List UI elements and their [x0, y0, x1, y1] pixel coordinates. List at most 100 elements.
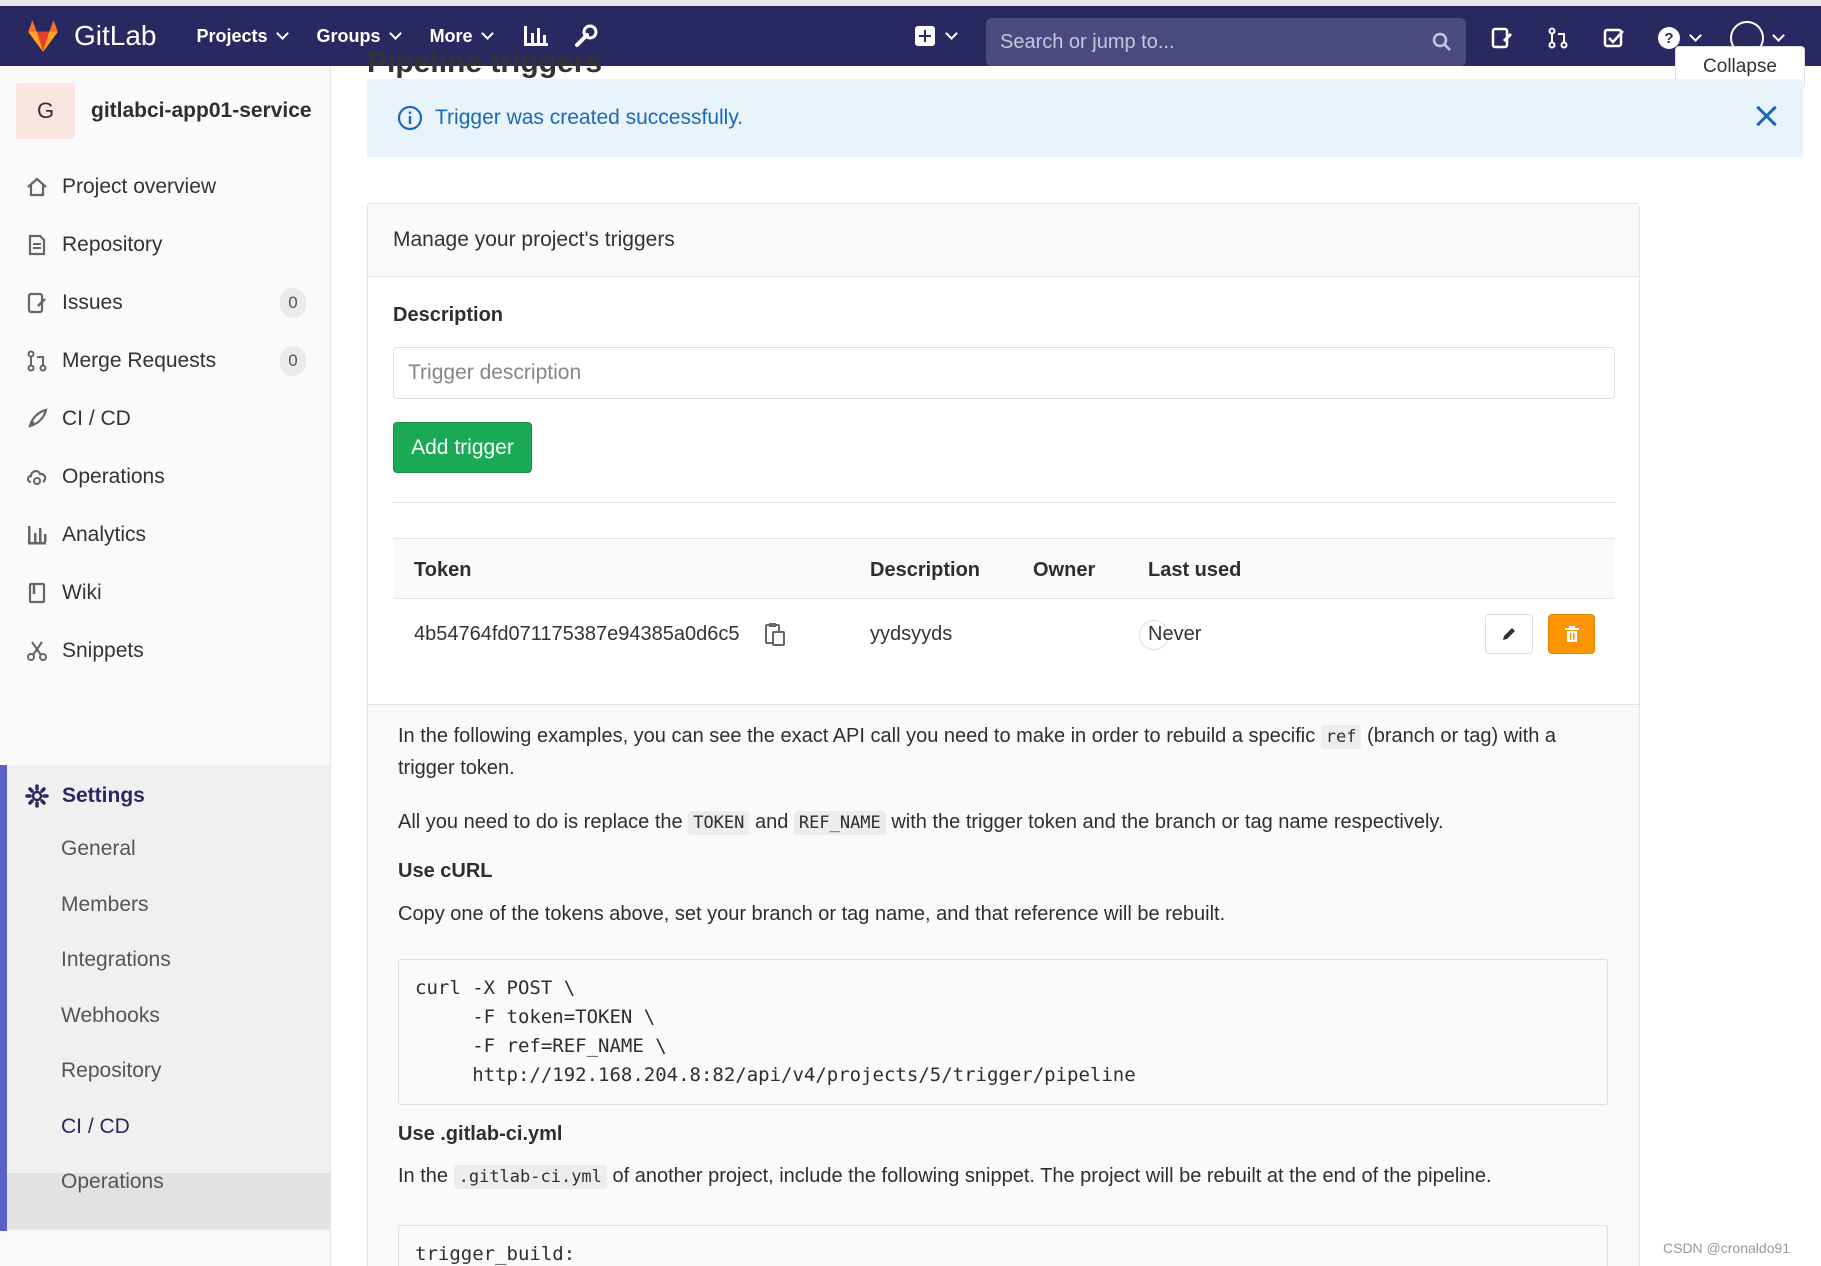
clipboard-icon[interactable]	[764, 621, 786, 647]
nav-projects-label: Projects	[196, 25, 268, 46]
edit-trigger-button[interactable]	[1485, 614, 1533, 654]
flash-notice: Trigger was created successfully.	[367, 79, 1803, 157]
close-icon[interactable]	[1755, 105, 1777, 127]
chevron-down-icon	[480, 27, 494, 40]
section-title: Pipeline triggers	[367, 46, 603, 79]
new-item-dropdown[interactable]	[915, 26, 958, 46]
yml-text-1: In the	[398, 1165, 449, 1187]
settings-sub-webhooks[interactable]: Webhooks	[61, 1004, 160, 1028]
column-header-last-used: Last used	[1148, 559, 1242, 581]
chevron-down-icon	[1688, 29, 1702, 42]
sidebar-item-project-overview[interactable]: Project overview	[0, 161, 330, 213]
replace-text-1: All you need to do is replace the	[398, 811, 683, 833]
merge-request-icon[interactable]	[1544, 24, 1572, 52]
chevron-down-icon	[1771, 29, 1785, 42]
pencil-icon	[1503, 628, 1515, 640]
examples-intro: In the following examples, you can see t…	[398, 721, 1613, 784]
nav-groups-label: Groups	[316, 25, 381, 46]
top-navbar: GitLab Projects Groups More ?	[0, 0, 1821, 66]
chevron-down-icon	[275, 27, 289, 40]
merge-requests-count-badge: 0	[280, 346, 306, 376]
home-icon	[24, 174, 50, 200]
plus-square-icon	[915, 26, 935, 46]
svg-text:?: ?	[1664, 30, 1673, 47]
sidebar-item-analytics[interactable]: Analytics	[0, 509, 330, 561]
sidebar-item-wiki[interactable]: Wiki	[0, 567, 330, 619]
sidebar-item-label: Snippets	[62, 639, 144, 662]
nav-groups-dropdown[interactable]: Groups	[316, 25, 402, 47]
search-box	[986, 18, 1466, 66]
sidebar-item-snippets[interactable]: Snippets	[0, 625, 330, 677]
sidebar-item-label: Analytics	[62, 523, 147, 546]
trigger-description-input[interactable]	[393, 347, 1615, 399]
delete-trigger-button[interactable]	[1548, 614, 1595, 654]
project-sidebar: G gitlabci-app01-service Project overvie…	[0, 66, 331, 1266]
project-header[interactable]: G gitlabci-app01-service	[0, 66, 330, 156]
nav-more-dropdown[interactable]: More	[429, 25, 494, 47]
settings-sub-ci-cd[interactable]: CI / CD	[61, 1115, 130, 1139]
settings-sub-general[interactable]: General	[61, 837, 136, 861]
sidebar-item-ci-cd[interactable]: CI / CD	[0, 393, 330, 445]
todo-icon[interactable]	[1600, 24, 1628, 52]
merge-request-icon	[24, 348, 50, 374]
sidebar-item-settings[interactable]: Settings	[7, 765, 145, 827]
yml-description: In the .gitlab-ci.yml of another project…	[398, 1161, 1613, 1193]
trigger-last-used: Never	[1148, 623, 1202, 645]
replace-instructions: All you need to do is replace the TOKEN …	[398, 807, 1613, 839]
settings-sub-members[interactable]: Members	[61, 893, 149, 917]
settings-sub-operations[interactable]: Operations	[61, 1170, 164, 1194]
book-icon	[24, 580, 50, 606]
sidebar-item-label: Project overview	[62, 175, 217, 198]
issues-count-badge: 0	[280, 288, 306, 318]
sidebar-settings-group: Settings General Members Integrations We…	[0, 765, 330, 1231]
active-item-highlight	[7, 1173, 330, 1229]
token-code: TOKEN	[688, 811, 750, 835]
replace-and: and	[754, 811, 789, 833]
project-name: gitlabci-app01-service	[91, 99, 312, 122]
nav-more-label: More	[429, 25, 473, 46]
brand[interactable]: GitLab	[24, 17, 157, 55]
issues-icon[interactable]	[1488, 24, 1516, 52]
curl-description: Copy one of the tokens above, set your b…	[398, 903, 1226, 925]
sidebar-item-repository[interactable]: Repository	[0, 219, 330, 271]
settings-sub-integrations[interactable]: Integrations	[61, 948, 171, 972]
gear-icon	[24, 783, 50, 809]
divider	[393, 502, 1615, 503]
search-input[interactable]	[1000, 30, 1432, 54]
sidebar-item-merge-requests[interactable]: Merge Requests 0	[0, 335, 330, 387]
intro-text-1: In the following examples, you can see t…	[398, 725, 1316, 747]
document-icon	[24, 232, 50, 258]
description-label: Description	[393, 304, 504, 326]
gitlab-logo-icon	[28, 20, 58, 52]
sidebar-item-label: Settings	[62, 784, 145, 807]
table-row: 4b54764fd071175387e94385a0d6c5 yydsyyds …	[393, 599, 1615, 671]
nav-projects-dropdown[interactable]: Projects	[196, 25, 289, 47]
card-header: Manage your project's triggers	[368, 204, 1639, 277]
sidebar-item-label: Wiki	[62, 581, 102, 604]
gitlab-ci-code: .gitlab-ci.yml	[453, 1165, 607, 1189]
sidebar-item-issues[interactable]: Issues 0	[0, 277, 330, 329]
search-icon	[1432, 32, 1451, 51]
sidebar-item-label: Merge Requests	[62, 349, 217, 372]
triggers-table-header: Token Description Owner Last used	[393, 538, 1615, 599]
ref-name-code: REF_NAME	[793, 811, 886, 835]
settings-sub-repository[interactable]: Repository	[61, 1059, 161, 1083]
column-header-description: Description	[870, 559, 981, 581]
chart-icon	[24, 522, 50, 548]
main-content: Pipeline triggers Collapse Trigger was c…	[332, 46, 1821, 1266]
rocket-icon	[24, 406, 50, 432]
cloud-gear-icon	[24, 464, 50, 490]
brand-name: GitLab	[74, 20, 157, 51]
watermark: CSDN @cronaldo91	[1663, 1240, 1791, 1256]
sidebar-item-operations[interactable]: Operations	[0, 451, 330, 503]
trash-icon	[1564, 626, 1579, 642]
yml-code-block: trigger_build:	[398, 1225, 1608, 1266]
curl-heading: Use cURL	[398, 860, 493, 882]
ref-code: ref	[1320, 725, 1362, 749]
add-trigger-button[interactable]: Add trigger	[393, 422, 532, 473]
chevron-down-icon	[945, 27, 958, 40]
curl-code-block: curl -X POST \ -F token=TOKEN \ -F ref=R…	[398, 959, 1608, 1105]
sidebar-item-label: Operations	[62, 465, 165, 488]
triggers-card: Manage your project's triggers Descripti…	[367, 203, 1640, 1266]
info-icon	[397, 105, 423, 131]
